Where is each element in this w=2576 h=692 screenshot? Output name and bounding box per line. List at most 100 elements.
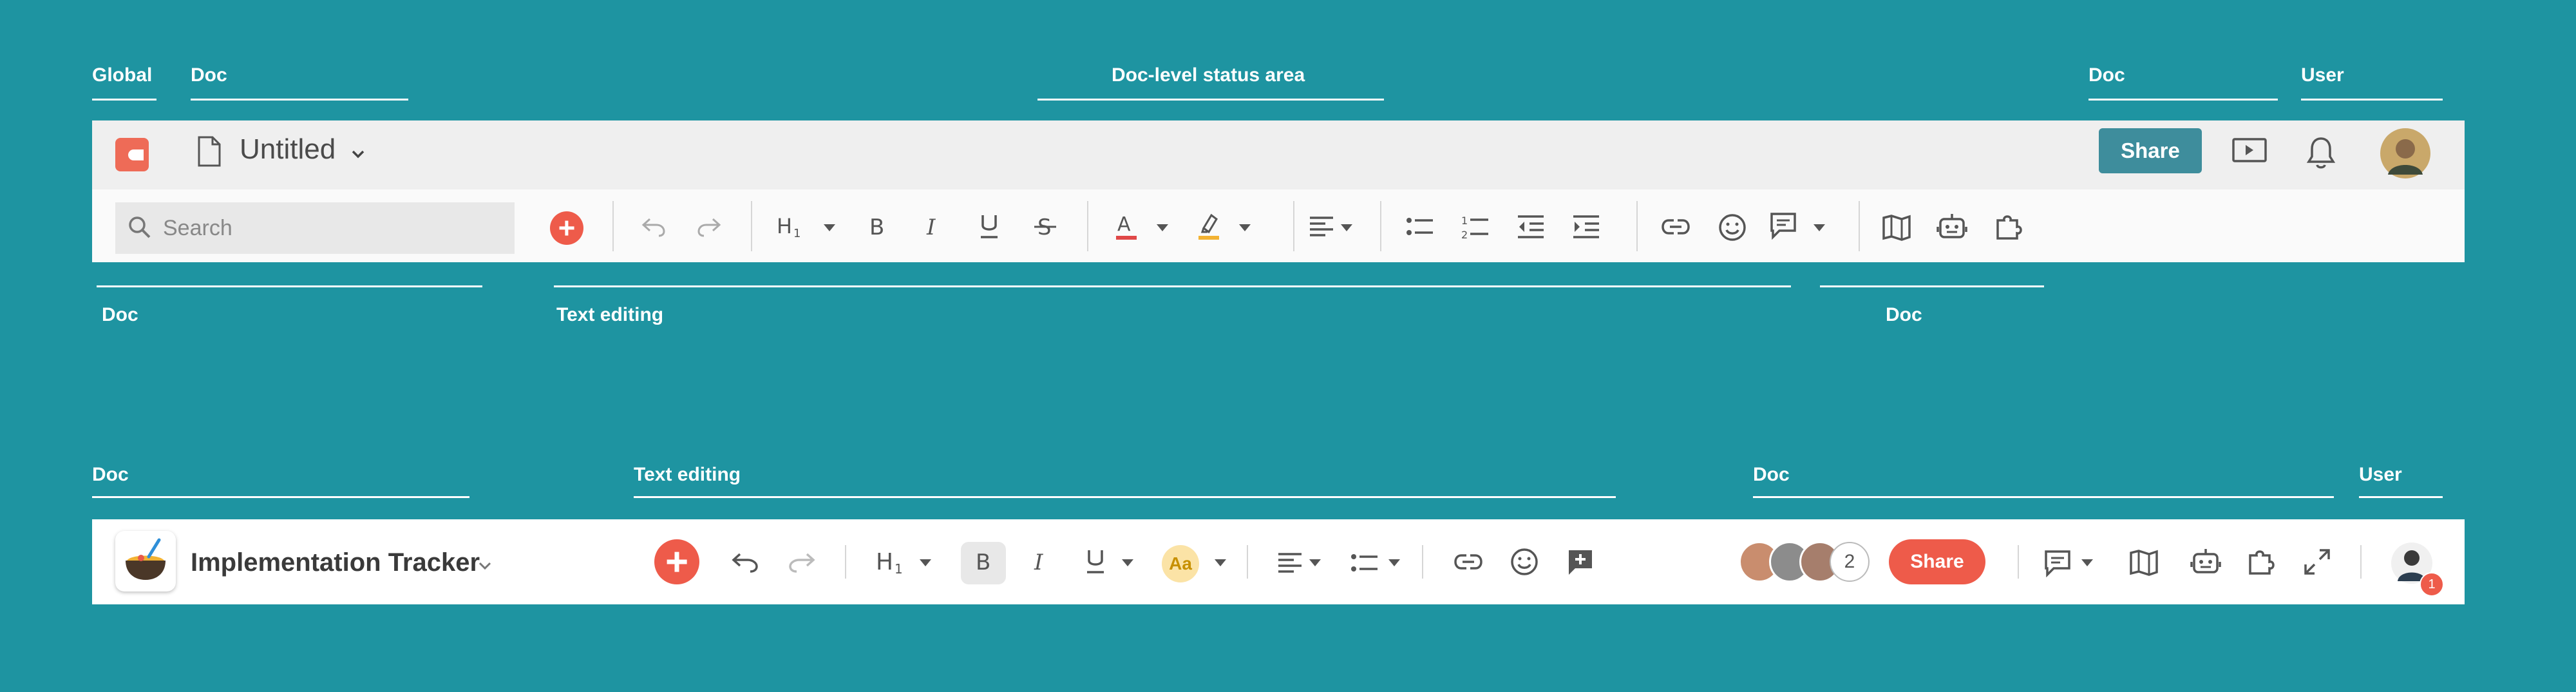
puzzle-icon[interactable] xyxy=(1994,211,2023,241)
doc-toolbar-compact: Implementation Tracker H 1 B I Aa 2 Shar… xyxy=(92,519,2465,604)
annotation-text-editing-bottom: Text editing xyxy=(634,464,741,485)
svg-text:B: B xyxy=(976,550,990,575)
bowl-logo-icon[interactable] xyxy=(115,531,176,591)
present-icon[interactable] xyxy=(2231,137,2268,166)
underline-icon[interactable] xyxy=(1084,548,1106,576)
text-style-dropdown-caret[interactable] xyxy=(1215,559,1226,566)
link-icon[interactable] xyxy=(1661,215,1690,238)
indent-icon[interactable] xyxy=(1572,214,1600,240)
undo-icon[interactable] xyxy=(731,552,759,573)
outdent-icon[interactable] xyxy=(1517,214,1545,240)
annotation-line-doc-right xyxy=(2088,99,2278,101)
annotation-doc-right: Doc xyxy=(2088,64,2125,86)
annotation-line-text-editing-bottom xyxy=(634,496,1616,498)
annotation-doc-left: Doc xyxy=(191,64,227,86)
robot-icon[interactable] xyxy=(1937,211,1967,241)
divider xyxy=(1636,201,1638,251)
annotation-user-bottom: User xyxy=(2359,464,2402,485)
doc-header-row: Untitled Share xyxy=(92,120,2465,189)
italic-icon[interactable]: I xyxy=(923,214,945,240)
share-button[interactable]: Share xyxy=(1889,539,1985,584)
doc-toolbar-classic: Untitled Share Search H 1 B I S A 1 2 xyxy=(92,120,2465,262)
emoji-icon[interactable] xyxy=(1510,548,1539,576)
add-button[interactable] xyxy=(654,539,699,584)
annotation-doc-mid-left: Doc xyxy=(102,304,138,325)
align-dropdown-caret[interactable] xyxy=(1309,559,1321,566)
numbered-list-icon[interactable]: 1 2 xyxy=(1461,213,1490,241)
align-icon[interactable] xyxy=(1277,552,1303,575)
chevron-down-icon[interactable] xyxy=(476,557,494,575)
robot-icon[interactable] xyxy=(2190,546,2221,576)
annotation-doc-bottom-left: Doc xyxy=(92,464,129,485)
annotation-line-doc-mid-right xyxy=(1820,285,2044,287)
add-comment-icon[interactable] xyxy=(1566,548,1595,576)
map-icon[interactable] xyxy=(2129,549,2159,576)
annotation-line-doc-bottom-left xyxy=(92,496,469,498)
link-icon[interactable] xyxy=(1454,550,1483,573)
strikethrough-icon[interactable]: S xyxy=(1033,213,1057,241)
align-icon[interactable] xyxy=(1309,215,1334,238)
annotation-global: Global xyxy=(92,64,153,86)
divider xyxy=(2018,545,2019,579)
search-icon xyxy=(129,216,151,238)
heading-icon[interactable]: H 1 xyxy=(777,214,806,240)
divider xyxy=(1859,201,1860,251)
undo-icon[interactable] xyxy=(641,216,667,237)
heading-dropdown-caret[interactable] xyxy=(920,559,931,566)
svg-text:1: 1 xyxy=(895,561,903,576)
italic-icon[interactable]: I xyxy=(1030,549,1052,575)
redo-icon[interactable] xyxy=(696,216,722,237)
divider xyxy=(612,201,614,251)
annotation-text-editing-mid: Text editing xyxy=(556,304,664,325)
text-color-icon[interactable]: A xyxy=(1113,211,1139,242)
highlight-dropdown-caret[interactable] xyxy=(1239,224,1251,231)
text-color-dropdown-caret[interactable] xyxy=(1157,224,1168,231)
puzzle-icon[interactable] xyxy=(2246,546,2276,576)
annotation-line-user xyxy=(2301,99,2443,101)
doc-title[interactable]: Implementation Tracker xyxy=(191,548,480,577)
divider xyxy=(1293,201,1294,251)
divider xyxy=(1422,545,1423,579)
logo-icon[interactable] xyxy=(115,138,149,171)
collaborator-count[interactable]: 2 xyxy=(1830,542,1870,582)
text-style-icon[interactable]: Aa xyxy=(1162,545,1199,582)
search-input[interactable] xyxy=(115,202,515,254)
svg-text:B: B xyxy=(869,215,884,240)
bullet-list-icon[interactable] xyxy=(1350,552,1379,575)
divider xyxy=(845,545,846,579)
comment-icon[interactable] xyxy=(2043,549,2072,577)
expand-icon[interactable] xyxy=(2303,548,2331,576)
comment-dropdown-caret[interactable] xyxy=(1814,224,1825,231)
svg-text:I: I xyxy=(1034,550,1043,575)
formatting-toolbar-row: H 1 B I S A xyxy=(92,189,2465,262)
divider xyxy=(1247,545,1248,579)
redo-icon[interactable] xyxy=(788,552,816,573)
heading-dropdown-caret[interactable] xyxy=(824,224,835,231)
doc-title[interactable]: Untitled xyxy=(240,133,336,166)
underline-icon[interactable] xyxy=(978,213,1000,241)
add-button[interactable] xyxy=(550,211,583,245)
bold-icon[interactable]: B xyxy=(973,549,995,575)
emoji-icon[interactable] xyxy=(1718,213,1747,242)
divider xyxy=(1087,201,1088,251)
bold-icon[interactable]: B xyxy=(867,214,889,240)
bullet-list-icon[interactable] xyxy=(1406,215,1434,238)
avatar[interactable] xyxy=(2380,128,2430,178)
svg-text:I: I xyxy=(926,215,936,240)
chevron-down-icon[interactable] xyxy=(349,145,367,163)
divider xyxy=(2360,545,2362,579)
comment-dropdown-caret[interactable] xyxy=(2081,559,2093,566)
bell-icon[interactable] xyxy=(2306,135,2336,171)
share-button[interactable]: Share xyxy=(2099,128,2202,173)
heading-icon[interactable]: H 1 xyxy=(876,548,908,576)
list-dropdown-caret[interactable] xyxy=(1388,559,1400,566)
annotation-line-doc-mid-left xyxy=(97,285,482,287)
svg-text:A: A xyxy=(1117,213,1131,236)
highlight-icon[interactable] xyxy=(1196,211,1222,242)
align-dropdown-caret[interactable] xyxy=(1341,224,1352,231)
comment-icon[interactable] xyxy=(1769,211,1797,240)
underline-dropdown-caret[interactable] xyxy=(1122,559,1133,566)
annotation-user: User xyxy=(2301,64,2344,86)
map-icon[interactable] xyxy=(1882,214,1911,241)
annotation-line-status-area xyxy=(1037,99,1384,101)
